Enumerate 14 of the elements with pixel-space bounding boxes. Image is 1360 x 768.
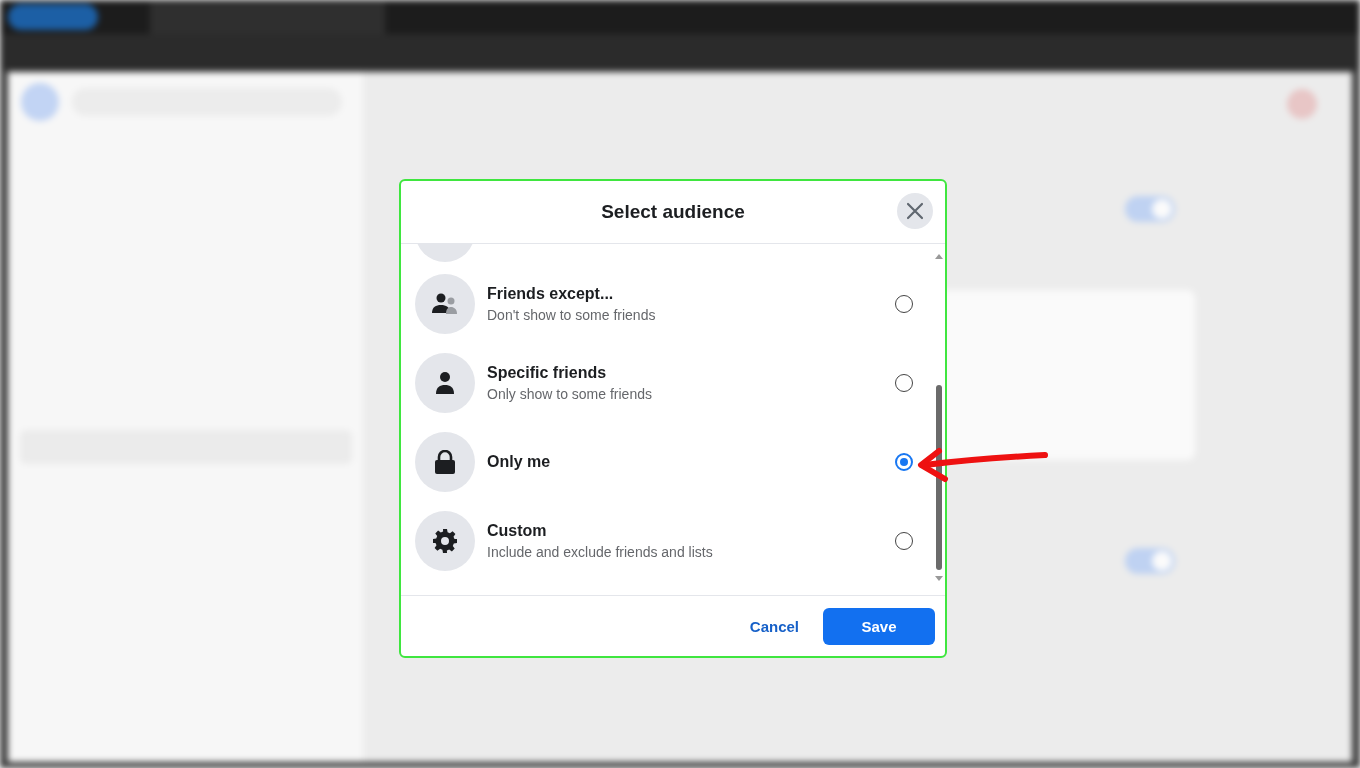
option-title: Only me [487, 452, 552, 471]
option-title: Specific friends [487, 363, 608, 382]
option-description: Don't show to some friends [487, 306, 657, 323]
cancel-link[interactable]: Cancel [749, 617, 799, 635]
option-title: Custom [487, 521, 548, 540]
audience-option[interactable]: Specific friends Only show to some friends [415, 343, 933, 422]
option-description: Include and exclude friends and lists [487, 543, 714, 560]
audience-option[interactable]: Only me [415, 422, 933, 501]
save-button[interactable]: Save [823, 607, 935, 645]
option-description: Only show to some friends [487, 385, 653, 402]
dialog-title: Select audience [601, 201, 745, 223]
option-title: Friends except... [487, 284, 615, 303]
audience-option[interactable]: Friends except... Don't show to some friends [415, 264, 933, 343]
audience-option[interactable]: Custom Include and exclude friends and lists [415, 501, 933, 580]
